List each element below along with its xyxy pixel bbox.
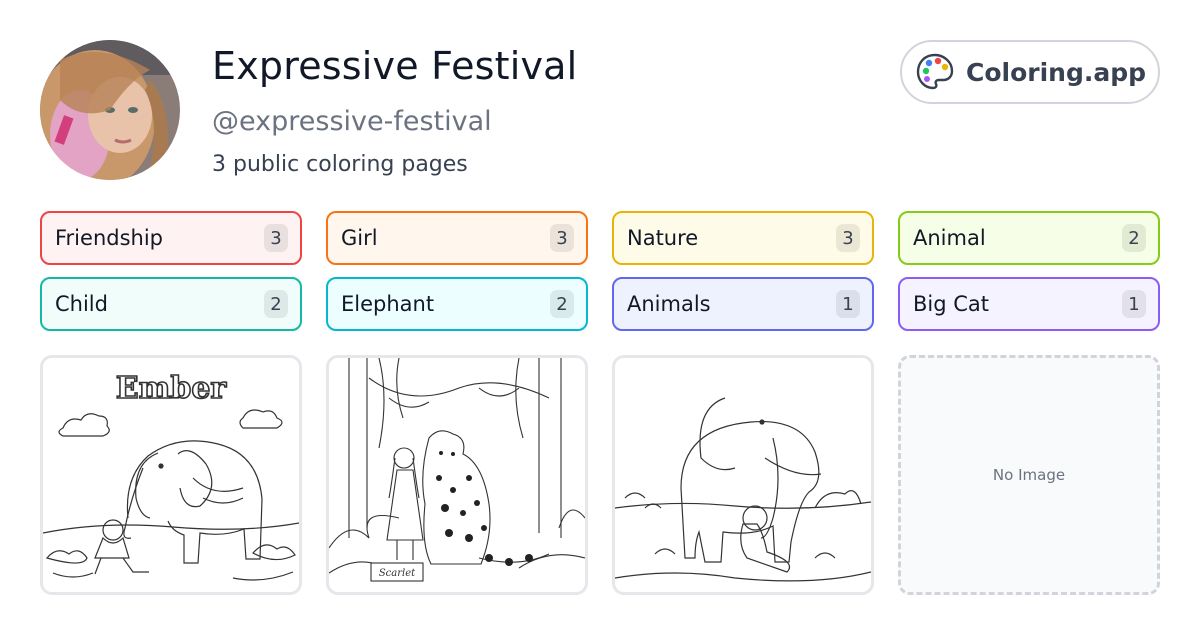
tag-animals[interactable]: Animals 1	[612, 277, 874, 331]
brand-label: Coloring.app	[966, 57, 1147, 87]
tag-count: 2	[264, 290, 288, 318]
tag-label: Girl	[341, 226, 378, 250]
tag-animal[interactable]: Animal 2	[898, 211, 1160, 265]
card-title-text: Ember	[116, 371, 228, 406]
tag-count: 3	[264, 224, 288, 252]
tag-girl[interactable]: Girl 3	[326, 211, 588, 265]
no-image-label: No Image	[992, 466, 1066, 484]
tag-label: Animals	[627, 292, 711, 316]
tag-friendship[interactable]: Friendship 3	[40, 211, 302, 265]
tag-label: Child	[55, 292, 108, 316]
coloring-page-thumbnail-elephant-girl	[615, 397, 871, 582]
avatar-photo	[40, 40, 180, 180]
profile-handle: @expressive-festival	[212, 106, 492, 137]
tag-count: 3	[550, 224, 574, 252]
tag-nature[interactable]: Nature 3	[612, 211, 874, 265]
tag-count: 2	[550, 290, 574, 318]
profile-name: Expressive Festival	[212, 44, 578, 88]
coloring-page-card[interactable]	[612, 355, 874, 595]
public-pages-count: 3 public coloring pages	[212, 152, 468, 177]
coloring-app-button[interactable]: Coloring.app	[900, 40, 1160, 104]
tag-child[interactable]: Child 2	[40, 277, 302, 331]
tag-elephant[interactable]: Elephant 2	[326, 277, 588, 331]
card-caption-text: Scarlet	[379, 568, 416, 579]
tag-label: Big Cat	[913, 292, 990, 316]
tag-count: 1	[1122, 290, 1146, 318]
coloring-page-grid: Ember Scarlet No Image	[40, 355, 1160, 595]
avatar	[40, 40, 180, 180]
tag-count: 2	[1122, 224, 1146, 252]
palette-icon	[914, 51, 956, 93]
coloring-page-thumbnail-girl-jaguar: Scarlet	[329, 358, 585, 582]
coloring-page-card[interactable]: Ember	[40, 355, 302, 595]
tag-count: 1	[836, 290, 860, 318]
tag-label: Elephant	[341, 292, 435, 316]
coloring-page-card-placeholder[interactable]: No Image	[898, 355, 1160, 595]
tag-label: Friendship	[55, 226, 163, 250]
tag-label: Animal	[913, 226, 986, 250]
tag-big-cat[interactable]: Big Cat 1	[898, 277, 1160, 331]
coloring-page-card[interactable]: Scarlet	[326, 355, 588, 595]
tag-list: Friendship 3 Girl 3 Nature 3 Animal 2 Ch…	[40, 211, 1160, 331]
tag-label: Nature	[627, 226, 699, 250]
tag-count: 3	[836, 224, 860, 252]
coloring-page-thumbnail-elephant-child: Ember	[43, 370, 299, 581]
